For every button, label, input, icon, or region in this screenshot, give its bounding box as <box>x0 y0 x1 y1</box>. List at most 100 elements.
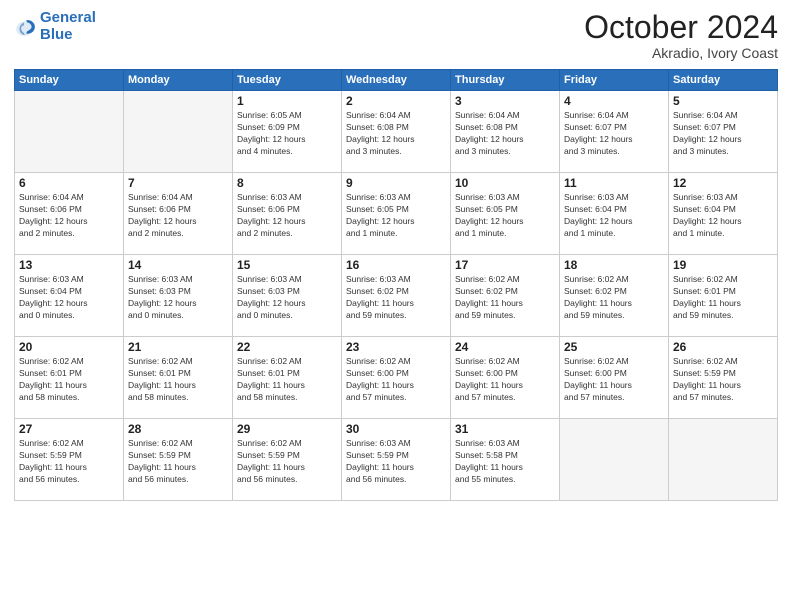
calendar-day-cell: 2Sunrise: 6:04 AM Sunset: 6:08 PM Daylig… <box>342 91 451 173</box>
calendar-day-cell: 9Sunrise: 6:03 AM Sunset: 6:05 PM Daylig… <box>342 173 451 255</box>
day-info: Sunrise: 6:02 AM Sunset: 6:01 PM Dayligh… <box>237 356 337 404</box>
weekday-header: Friday <box>560 70 669 91</box>
day-info: Sunrise: 6:02 AM Sunset: 6:01 PM Dayligh… <box>673 274 773 322</box>
calendar-day-cell <box>669 419 778 501</box>
day-info: Sunrise: 6:02 AM Sunset: 6:02 PM Dayligh… <box>455 274 555 322</box>
day-info: Sunrise: 6:02 AM Sunset: 6:00 PM Dayligh… <box>455 356 555 404</box>
day-info: Sunrise: 6:04 AM Sunset: 6:06 PM Dayligh… <box>128 192 228 240</box>
day-info: Sunrise: 6:04 AM Sunset: 6:07 PM Dayligh… <box>673 110 773 158</box>
logo-icon <box>14 17 36 39</box>
day-info: Sunrise: 6:04 AM Sunset: 6:07 PM Dayligh… <box>564 110 664 158</box>
day-number: 16 <box>346 258 446 272</box>
calendar-day-cell: 29 Sunrise: 6:02 AM Sunset: 5:59 PM Dayli… <box>233 419 342 501</box>
day-number: 31 <box>455 422 555 436</box>
calendar-day-cell: 19Sunrise: 6:02 AM Sunset: 6:01 PM Dayli… <box>669 255 778 337</box>
day-number: 26 <box>673 340 773 354</box>
calendar-day-cell: 18 Sunrise: 6:02 AM Sunset: 6:02 PM Dayli… <box>560 255 669 337</box>
calendar-day-cell: 13 Sunrise: 6:03 AM Sunset: 6:04 PM Dayli… <box>15 255 124 337</box>
day-number: 14 <box>128 258 228 272</box>
day-number: 18 <box>564 258 664 272</box>
day-number: 29 <box>237 422 337 436</box>
day-number: 1 <box>237 94 337 108</box>
calendar-week-row: 6 Sunrise: 6:04 AM Sunset: 6:06 PM Daylig… <box>15 173 778 255</box>
day-number: 12 <box>673 176 773 190</box>
header: General Blue October 2024 Akradio, Ivory… <box>14 10 778 61</box>
calendar-day-cell: 30 Sunrise: 6:03 AM Sunset: 5:59 PM Dayli… <box>342 419 451 501</box>
calendar-day-cell <box>15 91 124 173</box>
day-info: Sunrise: 6:03 AM Sunset: 5:58 PM Dayligh… <box>455 438 555 486</box>
day-info: Sunrise: 6:03 AM Sunset: 6:05 PM Dayligh… <box>455 192 555 240</box>
calendar-body: 1 Sunrise: 6:05 AM Sunset: 6:09 PM Daylig… <box>15 91 778 501</box>
day-number: 4 <box>564 94 664 108</box>
day-number: 28 <box>128 422 228 436</box>
day-number: 2 <box>346 94 446 108</box>
day-info: Sunrise: 6:02 AM Sunset: 6:01 PM Dayligh… <box>128 356 228 404</box>
calendar-day-cell <box>124 91 233 173</box>
day-info: Sunrise: 6:03 AM Sunset: 6:03 PM Dayligh… <box>237 274 337 322</box>
day-info: Sunrise: 6:04 AM Sunset: 6:08 PM Dayligh… <box>455 110 555 158</box>
calendar-day-cell: 17 Sunrise: 6:02 AM Sunset: 6:02 PM Dayli… <box>451 255 560 337</box>
calendar-day-cell: 21 Sunrise: 6:02 AM Sunset: 6:01 PM Dayli… <box>124 337 233 419</box>
weekday-header: Tuesday <box>233 70 342 91</box>
day-number: 5 <box>673 94 773 108</box>
day-info: Sunrise: 6:03 AM Sunset: 6:06 PM Dayligh… <box>237 192 337 240</box>
day-info: Sunrise: 6:05 AM Sunset: 6:09 PM Dayligh… <box>237 110 337 158</box>
calendar-day-cell: 12 Sunrise: 6:03 AM Sunset: 6:04 PM Dayli… <box>669 173 778 255</box>
weekday-header: Monday <box>124 70 233 91</box>
day-number: 8 <box>237 176 337 190</box>
calendar-day-cell: 23 Sunrise: 6:02 AM Sunset: 6:00 PM Dayli… <box>342 337 451 419</box>
day-number: 17 <box>455 258 555 272</box>
calendar-week-row: 13 Sunrise: 6:03 AM Sunset: 6:04 PM Dayli… <box>15 255 778 337</box>
calendar-day-cell: 10 Sunrise: 6:03 AM Sunset: 6:05 PM Dayli… <box>451 173 560 255</box>
day-number: 27 <box>19 422 119 436</box>
logo: General Blue <box>14 10 96 43</box>
calendar-week-row: 1 Sunrise: 6:05 AM Sunset: 6:09 PM Daylig… <box>15 91 778 173</box>
day-info: Sunrise: 6:02 AM Sunset: 5:59 PM Dayligh… <box>237 438 337 486</box>
calendar-day-cell: 3 Sunrise: 6:04 AM Sunset: 6:08 PM Daylig… <box>451 91 560 173</box>
page-container: General Blue October 2024 Akradio, Ivory… <box>0 0 792 612</box>
calendar-day-cell: 6 Sunrise: 6:04 AM Sunset: 6:06 PM Daylig… <box>15 173 124 255</box>
day-info: Sunrise: 6:03 AM Sunset: 6:03 PM Dayligh… <box>128 274 228 322</box>
weekday-header: Thursday <box>451 70 560 91</box>
day-number: 3 <box>455 94 555 108</box>
day-number: 9 <box>346 176 446 190</box>
day-info: Sunrise: 6:02 AM Sunset: 6:00 PM Dayligh… <box>346 356 446 404</box>
calendar-table: SundayMondayTuesdayWednesdayThursdayFrid… <box>14 69 778 501</box>
weekday-header: Sunday <box>15 70 124 91</box>
day-info: Sunrise: 6:03 AM Sunset: 6:04 PM Dayligh… <box>564 192 664 240</box>
day-info: Sunrise: 6:04 AM Sunset: 6:06 PM Dayligh… <box>19 192 119 240</box>
day-info: Sunrise: 6:03 AM Sunset: 6:02 PM Dayligh… <box>346 274 446 322</box>
calendar-day-cell: 28Sunrise: 6:02 AM Sunset: 5:59 PM Dayli… <box>124 419 233 501</box>
day-info: Sunrise: 6:03 AM Sunset: 6:04 PM Dayligh… <box>673 192 773 240</box>
day-info: Sunrise: 6:02 AM Sunset: 6:01 PM Dayligh… <box>19 356 119 404</box>
weekday-header: Saturday <box>669 70 778 91</box>
calendar-week-row: 20Sunrise: 6:02 AM Sunset: 6:01 PM Dayli… <box>15 337 778 419</box>
day-number: 15 <box>237 258 337 272</box>
day-info: Sunrise: 6:03 AM Sunset: 6:04 PM Dayligh… <box>19 274 119 322</box>
calendar-day-cell: 24 Sunrise: 6:02 AM Sunset: 6:00 PM Dayli… <box>451 337 560 419</box>
day-number: 21 <box>128 340 228 354</box>
day-number: 23 <box>346 340 446 354</box>
day-number: 10 <box>455 176 555 190</box>
calendar-day-cell: 20Sunrise: 6:02 AM Sunset: 6:01 PM Dayli… <box>15 337 124 419</box>
calendar-day-cell: 8 Sunrise: 6:03 AM Sunset: 6:06 PM Daylig… <box>233 173 342 255</box>
day-number: 24 <box>455 340 555 354</box>
day-number: 13 <box>19 258 119 272</box>
day-number: 6 <box>19 176 119 190</box>
calendar-day-cell: 7 Sunrise: 6:04 AM Sunset: 6:06 PM Daylig… <box>124 173 233 255</box>
day-number: 11 <box>564 176 664 190</box>
day-info: Sunrise: 6:02 AM Sunset: 6:02 PM Dayligh… <box>564 274 664 322</box>
day-info: Sunrise: 6:02 AM Sunset: 5:59 PM Dayligh… <box>19 438 119 486</box>
day-number: 30 <box>346 422 446 436</box>
location-subtitle: Akradio, Ivory Coast <box>584 45 778 61</box>
logo-text: General Blue <box>40 10 96 43</box>
day-info: Sunrise: 6:03 AM Sunset: 5:59 PM Dayligh… <box>346 438 446 486</box>
day-number: 7 <box>128 176 228 190</box>
calendar-day-cell: 22 Sunrise: 6:02 AM Sunset: 6:01 PM Dayli… <box>233 337 342 419</box>
calendar-day-cell: 27 Sunrise: 6:02 AM Sunset: 5:59 PM Dayli… <box>15 419 124 501</box>
calendar-day-cell: 5 Sunrise: 6:04 AM Sunset: 6:07 PM Daylig… <box>669 91 778 173</box>
day-number: 22 <box>237 340 337 354</box>
weekday-header: Wednesday <box>342 70 451 91</box>
calendar-day-cell: 11 Sunrise: 6:03 AM Sunset: 6:04 PM Dayli… <box>560 173 669 255</box>
calendar-day-cell: 14 Sunrise: 6:03 AM Sunset: 6:03 PM Dayli… <box>124 255 233 337</box>
